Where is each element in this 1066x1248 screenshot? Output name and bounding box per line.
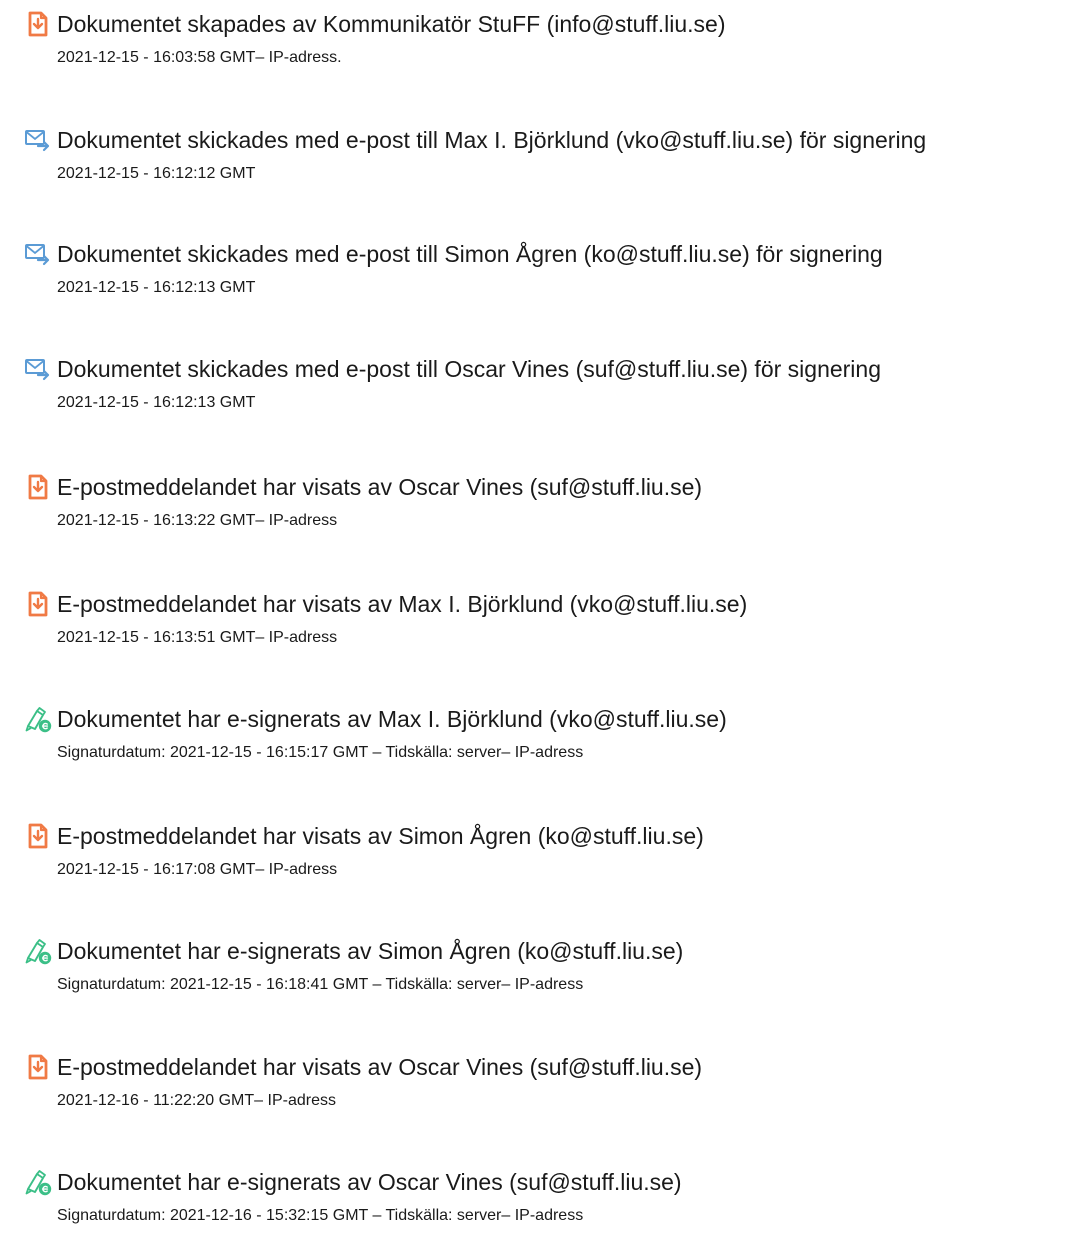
event-email-viewed: E-postmeddelandet har visats av Simon Åg… — [0, 822, 1066, 902]
email-sent-icon — [24, 240, 52, 268]
event-email-sent: Dokumentet skickades med e-post till Osc… — [0, 355, 1066, 435]
event-title: Dokumentet har e-signerats av Max I. Bjö… — [57, 706, 727, 732]
event-e-signed: Dokumentet har e-signerats av Oscar Vine… — [0, 1168, 1066, 1248]
document-icon — [24, 1053, 52, 1081]
document-icon — [24, 10, 52, 38]
e-signature-icon — [24, 705, 52, 733]
email-sent-icon — [24, 355, 52, 383]
event-email-viewed: E-postmeddelandet har visats av Oscar Vi… — [0, 473, 1066, 553]
event-title: Dokumentet skickades med e-post till Sim… — [57, 241, 883, 267]
event-email-viewed: E-postmeddelandet har visats av Oscar Vi… — [0, 1053, 1066, 1133]
event-timestamp: 2021-12-15 - 16:12:12 GMT — [57, 165, 256, 182]
event-timestamp: Signaturdatum: 2021-12-16 - 15:32:15 GMT… — [57, 1207, 584, 1224]
event-title: E-postmeddelandet har visats av Oscar Vi… — [57, 474, 703, 500]
event-timestamp: 2021-12-15 - 16:12:13 GMT — [57, 279, 256, 296]
event-title: E-postmeddelandet har visats av Oscar Vi… — [57, 1054, 703, 1080]
event-email-viewed: E-postmeddelandet har visats av Max I. B… — [0, 590, 1066, 670]
event-timestamp: 2021-12-15 - 16:12:13 GMT — [57, 394, 256, 411]
event-title: Dokumentet skickades med e-post till Max… — [57, 127, 927, 153]
event-e-signed: Dokumentet har e-signerats av Simon Ågre… — [0, 937, 1066, 1017]
e-signature-icon — [24, 1168, 52, 1196]
event-document-created: Dokumentet skapades av Kommunikatör StuF… — [0, 10, 1066, 90]
document-icon — [24, 590, 52, 618]
event-timestamp: Signaturdatum: 2021-12-15 - 16:15:17 GMT… — [57, 744, 584, 761]
email-sent-icon — [24, 126, 52, 154]
event-email-sent: Dokumentet skickades med e-post till Max… — [0, 126, 1066, 206]
event-timestamp: 2021-12-15 - 16:13:22 GMT– IP-adress — [57, 512, 338, 529]
e-signature-icon — [24, 937, 52, 965]
event-title: E-postmeddelandet har visats av Simon Åg… — [57, 823, 704, 849]
event-title: Dokumentet skickades med e-post till Osc… — [57, 356, 882, 382]
event-title: Dokumentet har e-signerats av Simon Ågre… — [57, 938, 684, 964]
event-e-signed: Dokumentet har e-signerats av Max I. Bjö… — [0, 705, 1066, 785]
event-timestamp: 2021-12-16 - 11:22:20 GMT– IP-adress — [57, 1092, 336, 1109]
event-title: Dokumentet har e-signerats av Oscar Vine… — [57, 1169, 682, 1195]
document-icon — [24, 473, 52, 501]
event-timestamp: 2021-12-15 - 16:17:08 GMT– IP-adress — [57, 861, 338, 878]
event-timestamp: 2021-12-15 - 16:13:51 GMT– IP-adress — [57, 629, 338, 646]
event-timestamp: Signaturdatum: 2021-12-15 - 16:18:41 GMT… — [57, 976, 584, 993]
event-title: Dokumentet skapades av Kommunikatör StuF… — [57, 11, 726, 37]
event-timestamp: 2021-12-15 - 16:03:58 GMT– IP-adress. — [57, 49, 342, 66]
event-email-sent: Dokumentet skickades med e-post till Sim… — [0, 240, 1066, 320]
event-title: E-postmeddelandet har visats av Max I. B… — [57, 591, 748, 617]
document-icon — [24, 822, 52, 850]
